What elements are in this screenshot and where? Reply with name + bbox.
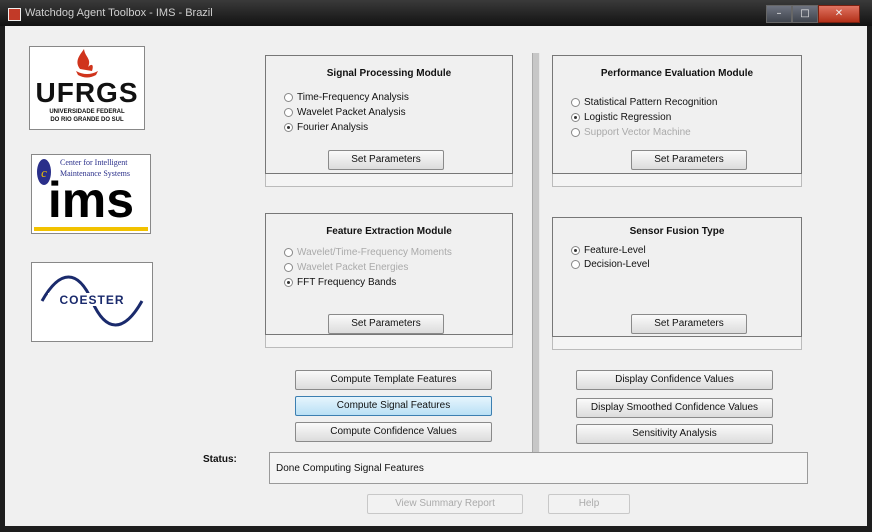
vertical-divider (532, 53, 540, 471)
compute-confidence-values-button[interactable]: Compute Confidence Values (295, 422, 492, 442)
signal-processing-strip (265, 174, 513, 187)
compute-signal-features-button[interactable]: Compute Signal Features (295, 396, 492, 416)
radio-dot-selected (284, 278, 293, 287)
radio-dot (284, 93, 293, 102)
view-summary-report-button[interactable]: View Summary Report (367, 494, 523, 514)
radio-dot (571, 98, 580, 107)
ufrgs-name: UFRGS (35, 77, 139, 108)
title-bar[interactable]: Watchdog Agent Toolbox - IMS - Brazil – … (0, 0, 872, 26)
signal-set-parameters-button[interactable]: Set Parameters (328, 150, 444, 170)
performance-evaluation-strip (552, 174, 802, 187)
status-label: Status: (203, 454, 237, 465)
feature-extraction-panel: Feature Extraction Module Wavelet/Time-F… (265, 213, 513, 335)
main-content: UFRGS UNIVERSIDADE FEDERAL DO RIO GRANDE… (5, 26, 867, 526)
app-window: Watchdog Agent Toolbox - IMS - Brazil – … (0, 0, 872, 532)
radio-support-vector-machine: Support Vector Machine (571, 127, 691, 138)
radio-time-frequency[interactable]: Time-Frequency Analysis (284, 92, 409, 103)
coester-name: COESTER (59, 293, 125, 307)
ufrgs-subtitle-2: DO RIO GRANDE DO SUL (50, 117, 124, 123)
feature-set-parameters-button[interactable]: Set Parameters (328, 314, 444, 334)
radio-dot-selected (571, 113, 580, 122)
radio-logistic-regression[interactable]: Logistic Regression (571, 112, 671, 123)
radio-wavelet-packet[interactable]: Wavelet Packet Analysis (284, 107, 406, 118)
ims-caption-1: Center for Intelligent (60, 158, 128, 167)
sensor-fusion-panel: Sensor Fusion Type Feature-Level Decisio… (552, 217, 802, 337)
ims-name: ims (47, 172, 135, 228)
radio-dot (571, 128, 580, 137)
sensor-fusion-strip (552, 337, 802, 350)
radio-fft-bands[interactable]: FFT Frequency Bands (284, 277, 396, 288)
radio-dot-selected (284, 123, 293, 132)
coester-logo: COESTER (31, 262, 153, 342)
performance-evaluation-title: Performance Evaluation Module (600, 68, 754, 79)
ims-underline (34, 227, 148, 231)
compute-template-features-button[interactable]: Compute Template Features (295, 370, 492, 390)
feature-extraction-title: Feature Extraction Module (326, 226, 452, 237)
ims-logo: c Center for Intelligent Maintenance Sys… (31, 154, 151, 234)
radio-dot (571, 260, 580, 269)
radio-wavelet-energies: Wavelet Packet Energies (284, 262, 408, 273)
signal-processing-panel: Signal Processing Module Time-Frequency … (265, 55, 513, 174)
close-button[interactable]: ✕ (818, 5, 860, 23)
performance-evaluation-panel: Performance Evaluation Module Statistica… (552, 55, 802, 174)
feature-extraction-strip (265, 335, 513, 348)
display-confidence-values-button[interactable]: Display Confidence Values (576, 370, 773, 390)
radio-feature-level[interactable]: Feature-Level (571, 245, 646, 256)
radio-decision-level[interactable]: Decision-Level (571, 259, 650, 270)
radio-wavelet-moments: Wavelet/Time-Frequency Moments (284, 247, 452, 258)
minimize-button[interactable]: – (766, 5, 792, 23)
radio-statistical-pattern[interactable]: Statistical Pattern Recognition (571, 97, 717, 108)
fusion-set-parameters-button[interactable]: Set Parameters (631, 314, 747, 334)
status-box: Done Computing Signal Features (269, 452, 808, 484)
radio-fourier[interactable]: Fourier Analysis (284, 122, 368, 133)
signal-processing-title: Signal Processing Module (326, 68, 452, 79)
sensitivity-analysis-button[interactable]: Sensitivity Analysis (576, 424, 773, 444)
performance-set-parameters-button[interactable]: Set Parameters (631, 150, 747, 170)
radio-dot-selected (571, 246, 580, 255)
app-icon (8, 8, 21, 21)
maximize-button[interactable]: □ (792, 5, 818, 23)
radio-dot (284, 248, 293, 257)
help-button[interactable]: Help (548, 494, 630, 514)
radio-dot (284, 108, 293, 117)
sensor-fusion-title: Sensor Fusion Type (629, 226, 725, 237)
ufrgs-logo: UFRGS UNIVERSIDADE FEDERAL DO RIO GRANDE… (29, 46, 145, 130)
radio-dot (284, 263, 293, 272)
ufrgs-subtitle-1: UNIVERSIDADE FEDERAL (49, 109, 125, 115)
status-text: Done Computing Signal Features (276, 463, 424, 474)
display-smoothed-confidence-button[interactable]: Display Smoothed Confidence Values (576, 398, 773, 418)
window-title: Watchdog Agent Toolbox - IMS - Brazil (25, 7, 213, 19)
